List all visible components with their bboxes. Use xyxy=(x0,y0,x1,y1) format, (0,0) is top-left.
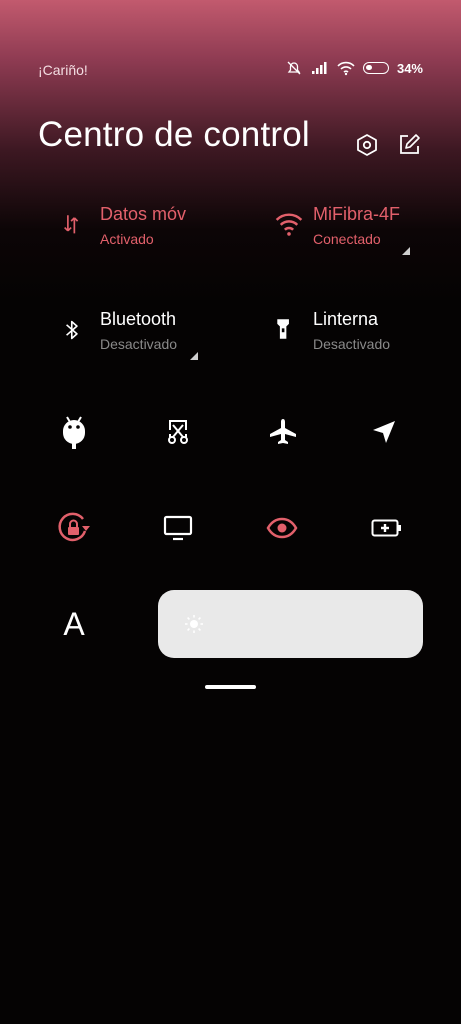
expand-corner-icon xyxy=(402,247,410,255)
tile-bluetooth-name: Bluetooth xyxy=(100,309,177,329)
settings-icon[interactable] xyxy=(354,132,380,158)
battery-saver-icon xyxy=(371,519,401,537)
tile-bluetooth[interactable]: Bluetooth Desactivado xyxy=(64,309,200,369)
tile-mobile-data-status: Activado xyxy=(100,231,154,247)
wifi-icon xyxy=(275,213,303,236)
toggle-battery-saver[interactable] xyxy=(367,508,407,548)
toggle-reading-mode[interactable] xyxy=(262,508,302,548)
tile-flashlight[interactable]: Linterna Desactivado xyxy=(276,309,406,369)
bluetooth-icon xyxy=(66,320,78,340)
rotation-lock-icon xyxy=(58,512,90,542)
toggle-location[interactable] xyxy=(364,412,404,452)
airplane-icon xyxy=(270,419,296,444)
page-title: Centro de control xyxy=(38,115,310,154)
location-arrow-icon xyxy=(373,421,395,443)
toggle-android-debug[interactable] xyxy=(54,412,94,452)
wifi-icon xyxy=(337,61,355,76)
signal-icon xyxy=(311,62,327,74)
cast-screen-icon xyxy=(163,515,193,541)
font-size-button[interactable]: A xyxy=(58,606,90,642)
tile-mobile-data-name: Datos móv xyxy=(100,204,187,224)
carrier-name: ¡Cariño! xyxy=(38,62,88,78)
toggle-airplane[interactable] xyxy=(263,412,303,452)
reading-mode-eye-icon xyxy=(266,517,298,539)
tile-mobile-data[interactable]: Datos móv Activado xyxy=(64,204,192,264)
toggle-cast-screen[interactable] xyxy=(158,508,198,548)
tile-flashlight-name: Linterna xyxy=(313,309,379,329)
tile-wifi[interactable]: MiFibra-4F Conectado xyxy=(275,204,415,264)
toggle-rotation-lock[interactable] xyxy=(54,508,94,548)
android-debug-icon xyxy=(63,416,85,449)
battery-icon xyxy=(362,62,389,74)
tile-wifi-name: MiFibra-4F xyxy=(313,204,401,224)
mute-bell-icon xyxy=(287,61,301,75)
battery-percent: 34% xyxy=(396,60,423,76)
tile-bluetooth-status: Desactivado xyxy=(100,336,178,352)
edit-icon[interactable] xyxy=(396,132,422,158)
drag-handle[interactable] xyxy=(205,685,256,689)
tile-wifi-status: Conectado xyxy=(313,231,381,247)
tile-flashlight-status: Desactivado xyxy=(313,336,391,352)
screenshot-scissors-icon xyxy=(168,420,188,444)
expand-corner-icon xyxy=(190,352,198,360)
toggle-screenshot[interactable] xyxy=(158,412,198,452)
status-icons: 34% xyxy=(285,60,423,76)
mobile-data-arrows-icon xyxy=(64,215,79,234)
sun-icon xyxy=(185,615,203,633)
brightness-slider[interactable] xyxy=(158,590,423,658)
flashlight-icon xyxy=(277,319,289,339)
